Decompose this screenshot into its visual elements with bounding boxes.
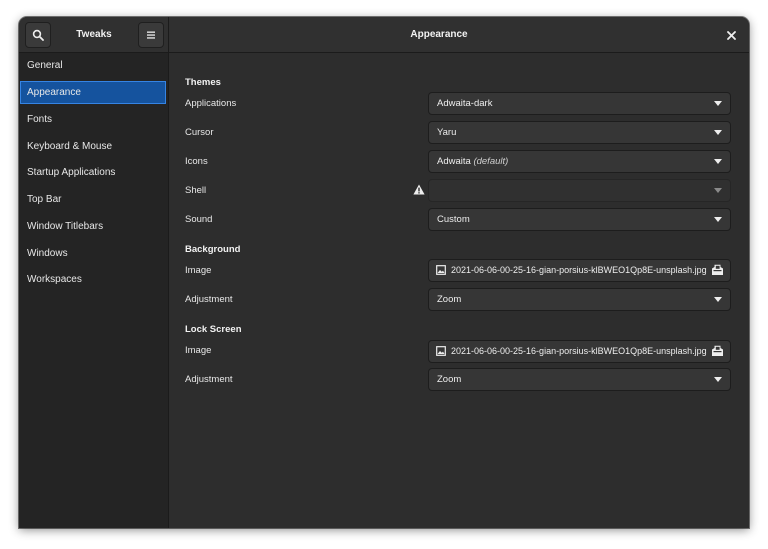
background-adjustment-value: Zoom bbox=[437, 294, 462, 305]
background-adjustment-label: Adjustment bbox=[185, 294, 233, 305]
dropdown-arrow-icon bbox=[714, 377, 722, 382]
hamburger-menu-icon bbox=[147, 31, 155, 39]
cursor-theme-dropdown[interactable]: Yaru bbox=[428, 121, 731, 144]
sidebar-item-top-bar[interactable]: Top Bar bbox=[20, 188, 166, 211]
sidebar-item-workspaces[interactable]: Workspaces bbox=[20, 268, 166, 291]
background-heading: Background bbox=[185, 244, 241, 255]
lock-screen-image-label: Image bbox=[185, 345, 212, 356]
applications-label: Applications bbox=[185, 98, 237, 109]
dropdown-arrow-icon bbox=[714, 130, 722, 135]
shell-theme-dropdown[interactable] bbox=[428, 179, 731, 202]
icons-label: Icons bbox=[185, 156, 208, 167]
warning-icon bbox=[413, 184, 425, 195]
lock-screen-image-chooser[interactable]: 2021-06-06-00-25-16-gian-porsius-klBWEO1… bbox=[428, 340, 731, 363]
icons-theme-default-tag: (default) bbox=[473, 156, 509, 167]
image-file-icon bbox=[436, 265, 446, 275]
dropdown-arrow-icon bbox=[714, 101, 722, 106]
header-bar: Tweaks Appearance bbox=[19, 17, 749, 53]
cursor-theme-value: Yaru bbox=[437, 127, 457, 138]
themes-heading: Themes bbox=[185, 77, 221, 88]
dropdown-arrow-icon bbox=[714, 159, 722, 164]
shell-label: Shell bbox=[185, 185, 207, 196]
tweaks-window: Tweaks Appearance General Appearance Fon… bbox=[19, 17, 749, 528]
sidebar-item-startup-applications[interactable]: Startup Applications bbox=[20, 161, 166, 184]
sidebar-item-fonts[interactable]: Fonts bbox=[20, 108, 166, 131]
sidebar-item-window-titlebars[interactable]: Window Titlebars bbox=[20, 215, 166, 238]
cursor-label: Cursor bbox=[185, 127, 214, 138]
icons-theme-dropdown[interactable]: Adwaita (default) bbox=[428, 150, 731, 173]
dropdown-arrow-icon bbox=[714, 217, 722, 222]
sidebar: General Appearance Fonts Keyboard & Mous… bbox=[19, 53, 169, 528]
appearance-panel: Themes Applications Adwaita-dark Cursor … bbox=[169, 53, 749, 528]
background-image-filename: 2021-06-06-00-25-16-gian-porsius-klBWEO1… bbox=[451, 265, 707, 275]
dropdown-arrow-icon bbox=[714, 188, 722, 193]
sidebar-item-appearance[interactable]: Appearance bbox=[20, 81, 166, 104]
applications-theme-dropdown[interactable]: Adwaita-dark bbox=[428, 92, 731, 115]
dropdown-arrow-icon bbox=[714, 297, 722, 302]
icons-theme-value: Adwaita bbox=[437, 156, 471, 167]
background-image-label: Image bbox=[185, 265, 212, 276]
image-file-icon bbox=[436, 346, 446, 356]
search-button[interactable] bbox=[25, 22, 51, 48]
close-icon bbox=[726, 30, 736, 40]
lock-screen-adjustment-label: Adjustment bbox=[185, 374, 233, 385]
sidebar-item-keyboard-mouse[interactable]: Keyboard & Mouse bbox=[20, 135, 166, 158]
open-file-icon bbox=[712, 264, 723, 275]
lock-screen-heading: Lock Screen bbox=[185, 324, 242, 335]
lock-screen-adjustment-value: Zoom bbox=[437, 374, 462, 385]
open-file-icon bbox=[712, 345, 723, 356]
sound-theme-value: Custom bbox=[437, 214, 470, 225]
lock-screen-image-filename: 2021-06-06-00-25-16-gian-porsius-klBWEO1… bbox=[451, 346, 707, 356]
app-title: Tweaks bbox=[76, 29, 112, 40]
applications-theme-value: Adwaita-dark bbox=[437, 98, 493, 109]
page-title: Appearance bbox=[410, 29, 468, 40]
background-image-chooser[interactable]: 2021-06-06-00-25-16-gian-porsius-klBWEO1… bbox=[428, 259, 731, 282]
menu-button[interactable] bbox=[138, 22, 164, 48]
sound-label: Sound bbox=[185, 214, 213, 225]
sidebar-item-general[interactable]: General bbox=[20, 54, 166, 77]
search-icon bbox=[32, 29, 44, 41]
sound-theme-dropdown[interactable]: Custom bbox=[428, 208, 731, 231]
background-adjustment-dropdown[interactable]: Zoom bbox=[428, 288, 731, 311]
sidebar-header: Tweaks bbox=[19, 17, 169, 52]
close-button[interactable] bbox=[723, 27, 739, 43]
sidebar-item-windows[interactable]: Windows bbox=[20, 242, 166, 265]
lock-screen-adjustment-dropdown[interactable]: Zoom bbox=[428, 368, 731, 391]
